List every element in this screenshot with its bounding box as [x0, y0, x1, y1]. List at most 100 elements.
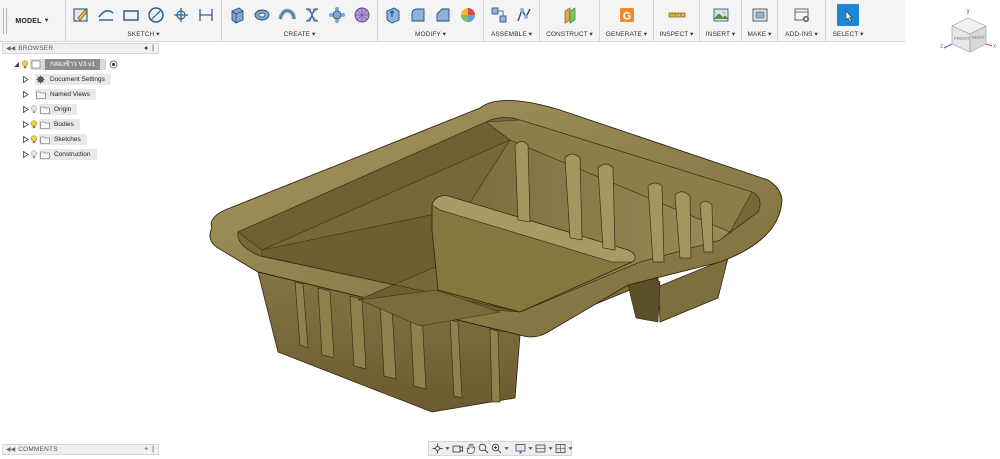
display-settings-icon[interactable]: [515, 443, 526, 455]
orbit-icon[interactable]: [432, 443, 443, 455]
circle-tool-icon[interactable]: [145, 4, 167, 26]
3d-print-icon[interactable]: [749, 4, 771, 26]
toolbar-group-label[interactable]: INSERT ▾: [706, 30, 735, 42]
tree-root-row[interactable]: กล่องข้าว V3 v1: [2, 57, 159, 72]
tree-item-bodies[interactable]: Bodies: [2, 117, 159, 132]
toolbar-group-generate: G GENERATE ▾: [600, 0, 654, 42]
fillet-icon[interactable]: [407, 4, 429, 26]
pan-hand-icon[interactable]: [465, 443, 476, 455]
collapse-chevron-icon[interactable]: ◀◀: [6, 45, 15, 52]
collapsed-triangle-icon[interactable]: [21, 91, 29, 99]
loft-icon[interactable]: [301, 4, 323, 26]
new-component-icon[interactable]: [488, 4, 510, 26]
root-component[interactable]: กล่องข้าว V3 v1: [30, 59, 107, 70]
visibility-bulb-icon[interactable]: [29, 120, 39, 130]
insert-image-icon[interactable]: [710, 4, 732, 26]
collapsed-triangle-icon[interactable]: [21, 136, 29, 144]
scripts-addins-icon[interactable]: [791, 4, 813, 26]
viewports-icon[interactable]: [555, 443, 566, 455]
view-cube[interactable]: Y FRONT RIGHT Z X: [940, 8, 998, 56]
press-pull-icon[interactable]: [382, 4, 404, 26]
tree-item-origin[interactable]: Origin: [2, 102, 159, 117]
joint-icon[interactable]: [513, 4, 535, 26]
toolbar-group-label[interactable]: ASSEMBLE ▾: [491, 30, 532, 42]
folder-icon: [39, 120, 50, 130]
toolbar-group-select: SELECT ▾: [826, 0, 870, 42]
hidden-bulb-icon[interactable]: [29, 150, 39, 160]
toolbar-group-label[interactable]: MAKE ▾: [747, 30, 771, 42]
expanded-triangle-icon[interactable]: [12, 61, 20, 69]
panel-options-icon[interactable]: ●: [144, 45, 148, 52]
rib-icon[interactable]: [326, 4, 348, 26]
create-sketch-icon[interactable]: [70, 4, 92, 26]
line-tool-icon[interactable]: [95, 4, 117, 26]
appearance-icon[interactable]: [457, 4, 479, 26]
tree-item-sketches[interactable]: Sketches: [2, 132, 159, 147]
toolbar-group-label[interactable]: INSPECT ▾: [659, 30, 693, 42]
chevron-down-icon[interactable]: [568, 443, 573, 455]
tree-item-named-views[interactable]: Named Views: [2, 87, 159, 102]
workspace-switcher[interactable]: MODEL ▼: [0, 0, 66, 42]
panel-pin-icon[interactable]: |: [152, 45, 154, 52]
measure-icon[interactable]: [666, 4, 688, 26]
toolbar-group-construct: CONSTRUCT ▾: [540, 0, 600, 42]
tree-item-box: Named Views: [35, 89, 96, 100]
viewcube-axis-x: X: [993, 44, 997, 50]
chevron-down-icon: ▼: [43, 18, 50, 24]
panel-add-icon[interactable]: +: [144, 446, 148, 453]
document-icon: [30, 60, 41, 70]
toolbar-group-label[interactable]: ADD-INS ▾: [785, 30, 818, 42]
workspace-label: MODEL: [15, 17, 42, 25]
root-component-name: กล่องข้าว V3 v1: [45, 59, 101, 70]
toolbar-group-create: CREATE ▾: [222, 0, 378, 42]
extrude-icon[interactable]: [226, 4, 248, 26]
visibility-bulb-icon[interactable]: [20, 60, 30, 70]
browser-header[interactable]: ◀◀ BROWSER ● |: [2, 43, 159, 54]
form-icon[interactable]: [351, 4, 373, 26]
tree-item-label: Origin: [54, 106, 72, 113]
toolbar-group-label[interactable]: GENERATE ▾: [606, 30, 647, 42]
svg-text:G: G: [622, 11, 631, 23]
zoom-icon[interactable]: [491, 443, 502, 455]
look-at-icon[interactable]: [452, 443, 463, 455]
comments-panel[interactable]: ◀◀ COMMENTS + |: [2, 444, 159, 455]
collapsed-triangle-icon[interactable]: [21, 76, 29, 84]
tree-item-document-settings[interactable]: Document Settings: [2, 72, 159, 87]
navigation-bar: [428, 441, 573, 456]
chevron-down-icon[interactable]: [504, 443, 509, 455]
activate-radio-icon[interactable]: [109, 56, 118, 74]
toolbar-group-label[interactable]: SELECT ▾: [832, 30, 863, 42]
zoom-window-icon[interactable]: [478, 443, 489, 455]
viewcube-axis-z: Z: [940, 44, 943, 50]
folder-icon: [39, 150, 50, 160]
toolbar-group-label[interactable]: CONSTRUCT ▾: [546, 30, 593, 42]
trim-tool-icon[interactable]: [170, 4, 192, 26]
chevron-down-icon[interactable]: [548, 443, 553, 455]
sweep-icon[interactable]: [276, 4, 298, 26]
folder-icon: [35, 90, 46, 100]
collapsed-triangle-icon[interactable]: [21, 121, 29, 129]
toolbar-grip[interactable]: [3, 8, 7, 34]
toolbar-group-modify: MODIFY ▾: [378, 0, 484, 42]
offset-plane-icon[interactable]: [559, 4, 581, 26]
toolbar-group-label[interactable]: CREATE ▾: [284, 30, 316, 42]
dimension-tool-icon[interactable]: [195, 4, 217, 26]
collapsed-triangle-icon[interactable]: [21, 151, 29, 159]
select-cursor-icon[interactable]: [837, 4, 859, 26]
visibility-bulb-icon[interactable]: [29, 135, 39, 145]
chevron-down-icon[interactable]: [528, 443, 533, 455]
chamfer-icon[interactable]: [432, 4, 454, 26]
grid-snaps-icon[interactable]: [535, 443, 546, 455]
revolve-icon[interactable]: [251, 4, 273, 26]
browser-title: BROWSER: [18, 45, 54, 52]
tree-item-construction[interactable]: Construction: [2, 147, 159, 162]
generative-design-icon[interactable]: G: [616, 4, 638, 26]
collapsed-triangle-icon[interactable]: [21, 106, 29, 114]
hidden-bulb-icon[interactable]: [29, 105, 39, 115]
toolbar-group-label[interactable]: SKETCH ▾: [127, 30, 159, 42]
toolbar-group-label[interactable]: MODIFY ▾: [415, 30, 446, 42]
collapse-chevron-icon[interactable]: ◀◀: [6, 446, 15, 453]
rectangle-tool-icon[interactable]: [120, 4, 142, 26]
panel-pin-icon[interactable]: |: [152, 446, 154, 453]
chevron-down-icon[interactable]: [445, 443, 450, 455]
